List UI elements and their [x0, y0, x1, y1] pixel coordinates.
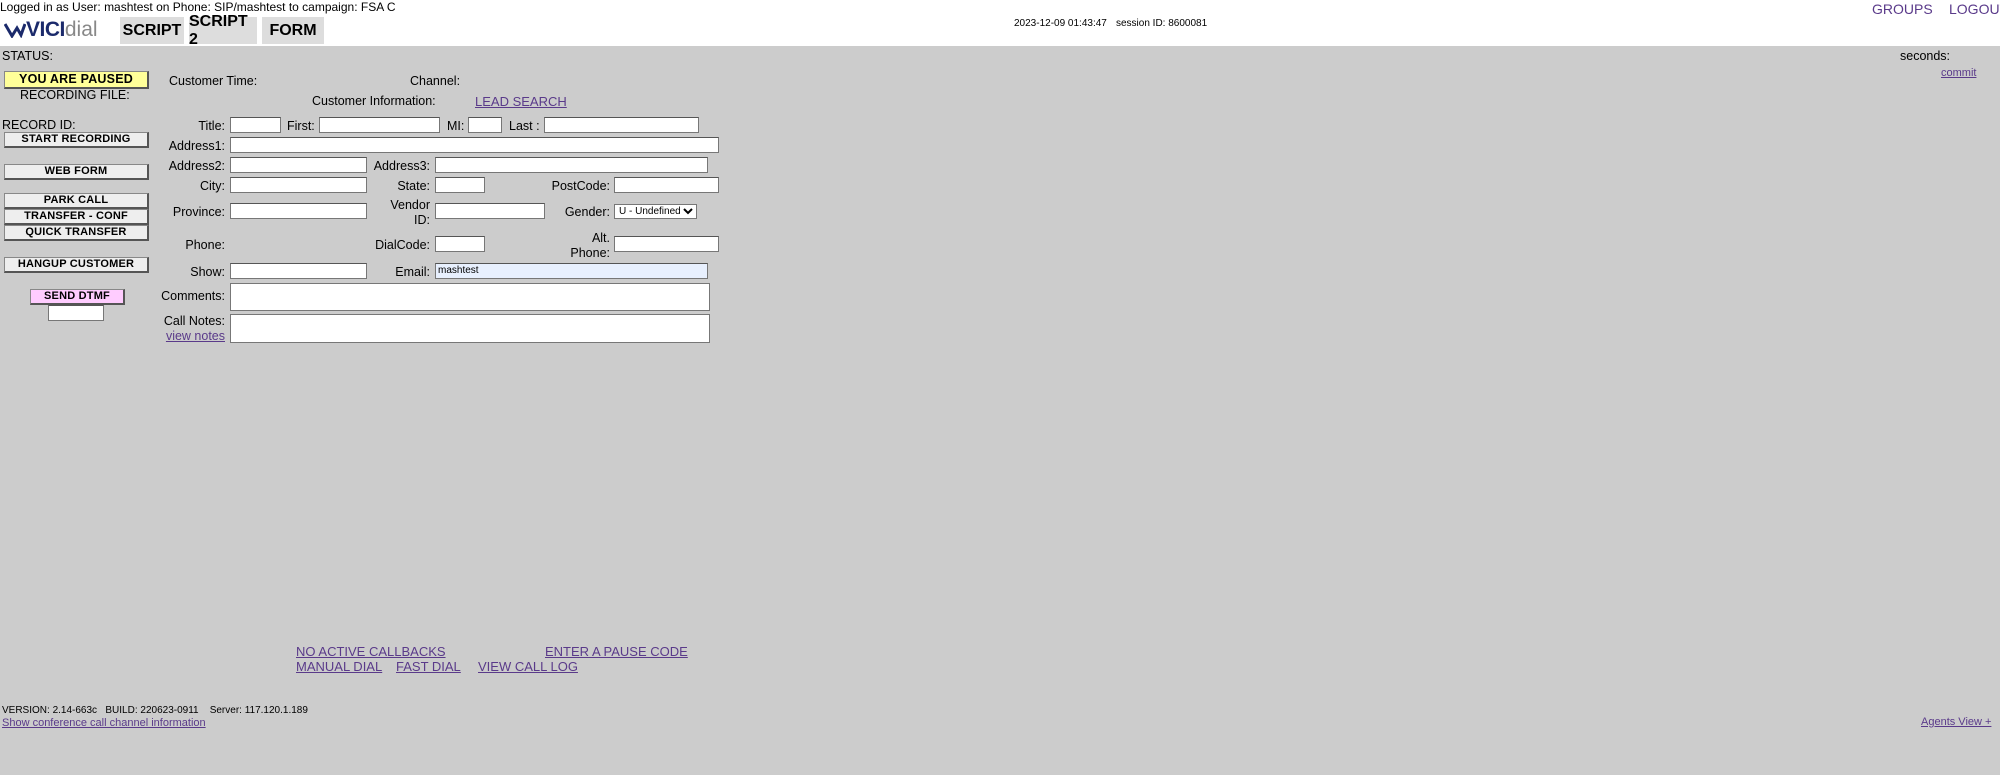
- vendor-label: Vendor: [390, 198, 430, 212]
- hangup-customer-button[interactable]: HANGUP CUSTOMER: [4, 257, 149, 273]
- address1-label: Address1:: [168, 139, 225, 153]
- paused-button[interactable]: YOU ARE PAUSED: [4, 71, 149, 89]
- show-label: Show:: [190, 265, 225, 279]
- datetime: 2023-12-09 01:43:47: [1014, 18, 1107, 29]
- address2-input[interactable]: [230, 157, 367, 173]
- state-label: State:: [397, 179, 430, 193]
- lead-search-link[interactable]: LEAD SEARCH: [475, 94, 567, 109]
- title-label: Title:: [198, 119, 225, 133]
- mi-label: MI:: [447, 119, 465, 133]
- last-name-input[interactable]: [544, 117, 699, 133]
- first-label: First:: [287, 119, 315, 133]
- phone-label: Phone:: [185, 238, 225, 252]
- customer-time-label: Customer Time:: [169, 74, 258, 88]
- dialcode-label: DialCode:: [375, 238, 430, 252]
- manual-dial-link[interactable]: MANUAL DIAL: [296, 659, 382, 674]
- last-label: Last :: [509, 119, 540, 133]
- vendor-id-input[interactable]: [435, 203, 545, 219]
- show-input[interactable]: [230, 263, 367, 279]
- vendor-id-label: ID:: [414, 213, 430, 227]
- mi-input[interactable]: [468, 117, 502, 133]
- transfer-conf-button[interactable]: TRANSFER - CONF: [4, 209, 149, 225]
- comments-label: Comments:: [161, 289, 225, 303]
- fast-dial-link[interactable]: FAST DIAL: [396, 659, 461, 674]
- no-active-callbacks-link[interactable]: NO ACTIVE CALLBACKS: [296, 644, 446, 659]
- logo-dial-text: dial: [64, 18, 98, 41]
- customer-information-label: Customer Information:: [312, 94, 436, 108]
- no-live-call-indicator: NO LIVE CALL: [1897, 24, 1984, 38]
- alt-phone-input[interactable]: [614, 236, 719, 252]
- conference-info-link[interactable]: Show conference call channel information: [2, 717, 206, 729]
- seconds-label: seconds:: [1900, 49, 1951, 63]
- tab-script[interactable]: SCRIPT: [120, 17, 184, 44]
- version-info: VERSION: 2.14-663c BUILD: 220623-0911 Se…: [2, 705, 308, 716]
- tab-form[interactable]: FORM: [262, 17, 324, 44]
- call-notes-textarea[interactable]: [230, 314, 710, 343]
- gender-select[interactable]: U - Undefined: [614, 204, 697, 219]
- logout-link[interactable]: LOGOUT: [1949, 1, 2000, 17]
- state-input[interactable]: [435, 177, 485, 193]
- session-id: session ID: 8600081: [1116, 18, 1208, 29]
- view-call-log-link[interactable]: VIEW CALL LOG: [478, 659, 578, 674]
- vicidial-logo: VICI dial: [4, 18, 98, 41]
- park-call-button[interactable]: PARK CALL: [4, 193, 149, 209]
- call-notes-label: Call Notes:: [163, 314, 225, 328]
- email-label: Email:: [395, 265, 430, 279]
- send-dtmf-button[interactable]: SEND DTMF: [30, 289, 125, 305]
- address3-label: Address3:: [373, 159, 430, 173]
- address3-input[interactable]: [435, 157, 708, 173]
- province-input[interactable]: [230, 203, 367, 219]
- gender-label: Gender:: [564, 205, 610, 219]
- recording-file-label: RECORDING FILE:: [20, 88, 130, 102]
- channel-label: Channel:: [410, 74, 461, 88]
- postcode-label: PostCode:: [551, 179, 610, 193]
- groups-link[interactable]: GROUPS: [1872, 1, 1933, 17]
- alt-label: Alt.: [591, 231, 610, 245]
- email-input[interactable]: mashtest: [435, 263, 708, 279]
- status-label: STATUS:: [2, 49, 53, 63]
- start-recording-button[interactable]: START RECORDING: [4, 132, 149, 148]
- comments-textarea[interactable]: [230, 283, 710, 311]
- city-label: City:: [200, 179, 225, 193]
- dtmf-input[interactable]: [48, 305, 104, 321]
- logo-check-icon: [4, 23, 26, 38]
- web-form-button[interactable]: WEB FORM: [4, 164, 149, 180]
- agents-view-link[interactable]: Agents View +: [1921, 716, 1991, 728]
- record-id-label: RECORD ID:: [2, 118, 76, 132]
- enter-pause-code-link[interactable]: ENTER A PAUSE CODE: [545, 644, 688, 659]
- city-input[interactable]: [230, 177, 367, 193]
- dialcode-input[interactable]: [435, 236, 485, 252]
- commit-link[interactable]: commit: [1941, 67, 1976, 79]
- alt-phone-label: Phone:: [570, 246, 610, 260]
- quick-transfer-button[interactable]: QUICK TRANSFER: [4, 225, 149, 241]
- address1-input[interactable]: [230, 137, 719, 153]
- tab-script-2[interactable]: SCRIPT 2: [189, 13, 257, 48]
- postcode-input[interactable]: [614, 177, 719, 193]
- view-notes-link[interactable]: view notes: [140, 329, 225, 343]
- logo-vici-text: VICI: [26, 18, 65, 41]
- address2-label: Address2:: [168, 159, 225, 173]
- title-input[interactable]: [230, 117, 281, 133]
- province-label: Province:: [172, 205, 225, 219]
- first-name-input[interactable]: [319, 117, 440, 133]
